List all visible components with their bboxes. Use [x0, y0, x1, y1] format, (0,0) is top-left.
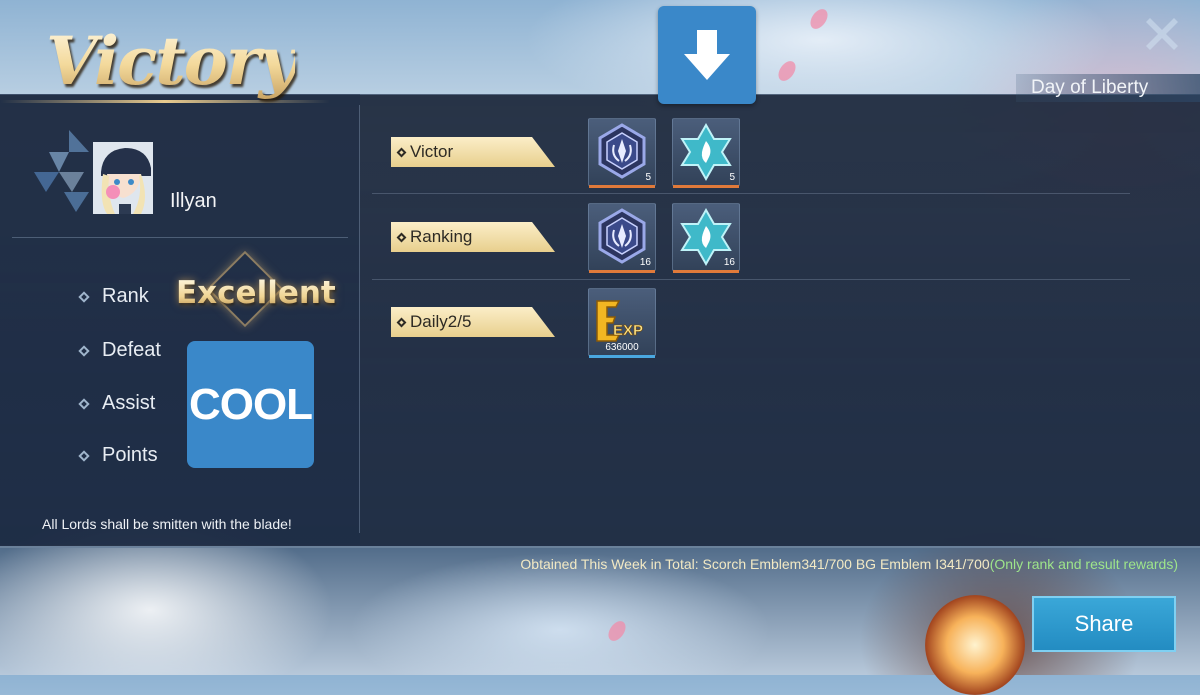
- item-quantity: 5: [645, 172, 651, 183]
- diamond-bullet-icon: [396, 317, 407, 327]
- diamond-bullet-icon: [78, 290, 90, 303]
- stat-label: Rank: [102, 285, 149, 307]
- reward-label-text: Ranking: [410, 227, 473, 246]
- diamond-bullet-icon: [78, 397, 90, 410]
- weekly-scorch: Scorch Emblem341/700: [702, 556, 852, 572]
- player-name: Illyan: [170, 190, 217, 212]
- close-icon: [1146, 18, 1178, 50]
- reward-label-text: Daily2/5: [410, 312, 472, 331]
- reward-label-daily: Daily2/5: [391, 307, 555, 337]
- title-streak: [0, 100, 330, 103]
- share-button[interactable]: Share: [1032, 596, 1176, 652]
- slogan-text: All Lords shall be smitten with the blad…: [42, 516, 292, 532]
- reward-item-exp[interactable]: EXP 636000: [588, 288, 656, 358]
- victory-title: Victory: [46, 22, 297, 100]
- rank-grade: Excellent: [176, 275, 336, 311]
- stat-assist: Assist: [78, 392, 156, 415]
- stat-points: Points: [78, 444, 158, 467]
- rarity-bar: [589, 185, 655, 188]
- close-button[interactable]: [1140, 10, 1184, 54]
- diamond-bullet-icon: [396, 232, 407, 242]
- panel-divider: [359, 105, 360, 533]
- reward-item-scorch-emblem[interactable]: 5: [588, 118, 656, 188]
- weekly-bg: BG Emblem I341/700: [855, 556, 990, 572]
- rarity-bar: [673, 270, 739, 273]
- result-grade-badge: COOL: [187, 341, 314, 468]
- avatar[interactable]: [93, 142, 153, 214]
- rarity-bar: [589, 355, 655, 358]
- exp-icon-text: EXP: [613, 322, 643, 339]
- lamp-decoration: [925, 595, 1025, 695]
- item-quantity: 5: [729, 172, 735, 183]
- diamond-bullet-icon: [78, 344, 90, 357]
- reward-item-scorch-emblem[interactable]: 16: [588, 203, 656, 273]
- stat-label: Points: [102, 444, 158, 466]
- character-portrait-icon: [93, 142, 153, 214]
- diamond-bullet-icon: [396, 147, 407, 157]
- stat-rank: Rank: [78, 285, 149, 308]
- stat-defeat: Defeat: [78, 339, 161, 362]
- rarity-bar: [673, 185, 739, 188]
- diamond-bullet-icon: [78, 449, 90, 462]
- weekly-note: (Only rank and result rewards): [989, 556, 1178, 572]
- reward-label-victor: Victor: [391, 137, 555, 167]
- reward-divider: [372, 193, 1130, 194]
- weekly-total: Obtained This Week in Total: Scorch Embl…: [0, 556, 1178, 572]
- item-quantity: 636000: [605, 342, 639, 353]
- download-button[interactable]: [658, 6, 756, 104]
- item-quantity: 16: [723, 257, 735, 268]
- item-quantity: 16: [639, 257, 651, 268]
- reward-divider: [372, 279, 1130, 280]
- arrow-down-icon: [684, 30, 730, 80]
- reward-item-bg-emblem[interactable]: 5: [672, 118, 740, 188]
- event-name: Day of Liberty: [1016, 74, 1200, 102]
- player-divider: [12, 237, 348, 238]
- weekly-prefix: Obtained This Week in Total:: [520, 556, 703, 572]
- stat-label: Defeat: [102, 339, 161, 361]
- stat-label: Assist: [102, 392, 156, 414]
- rarity-bar: [589, 270, 655, 273]
- reward-label-text: Victor: [410, 142, 454, 161]
- reward-label-ranking: Ranking: [391, 222, 555, 252]
- reward-item-bg-emblem[interactable]: 16: [672, 203, 740, 273]
